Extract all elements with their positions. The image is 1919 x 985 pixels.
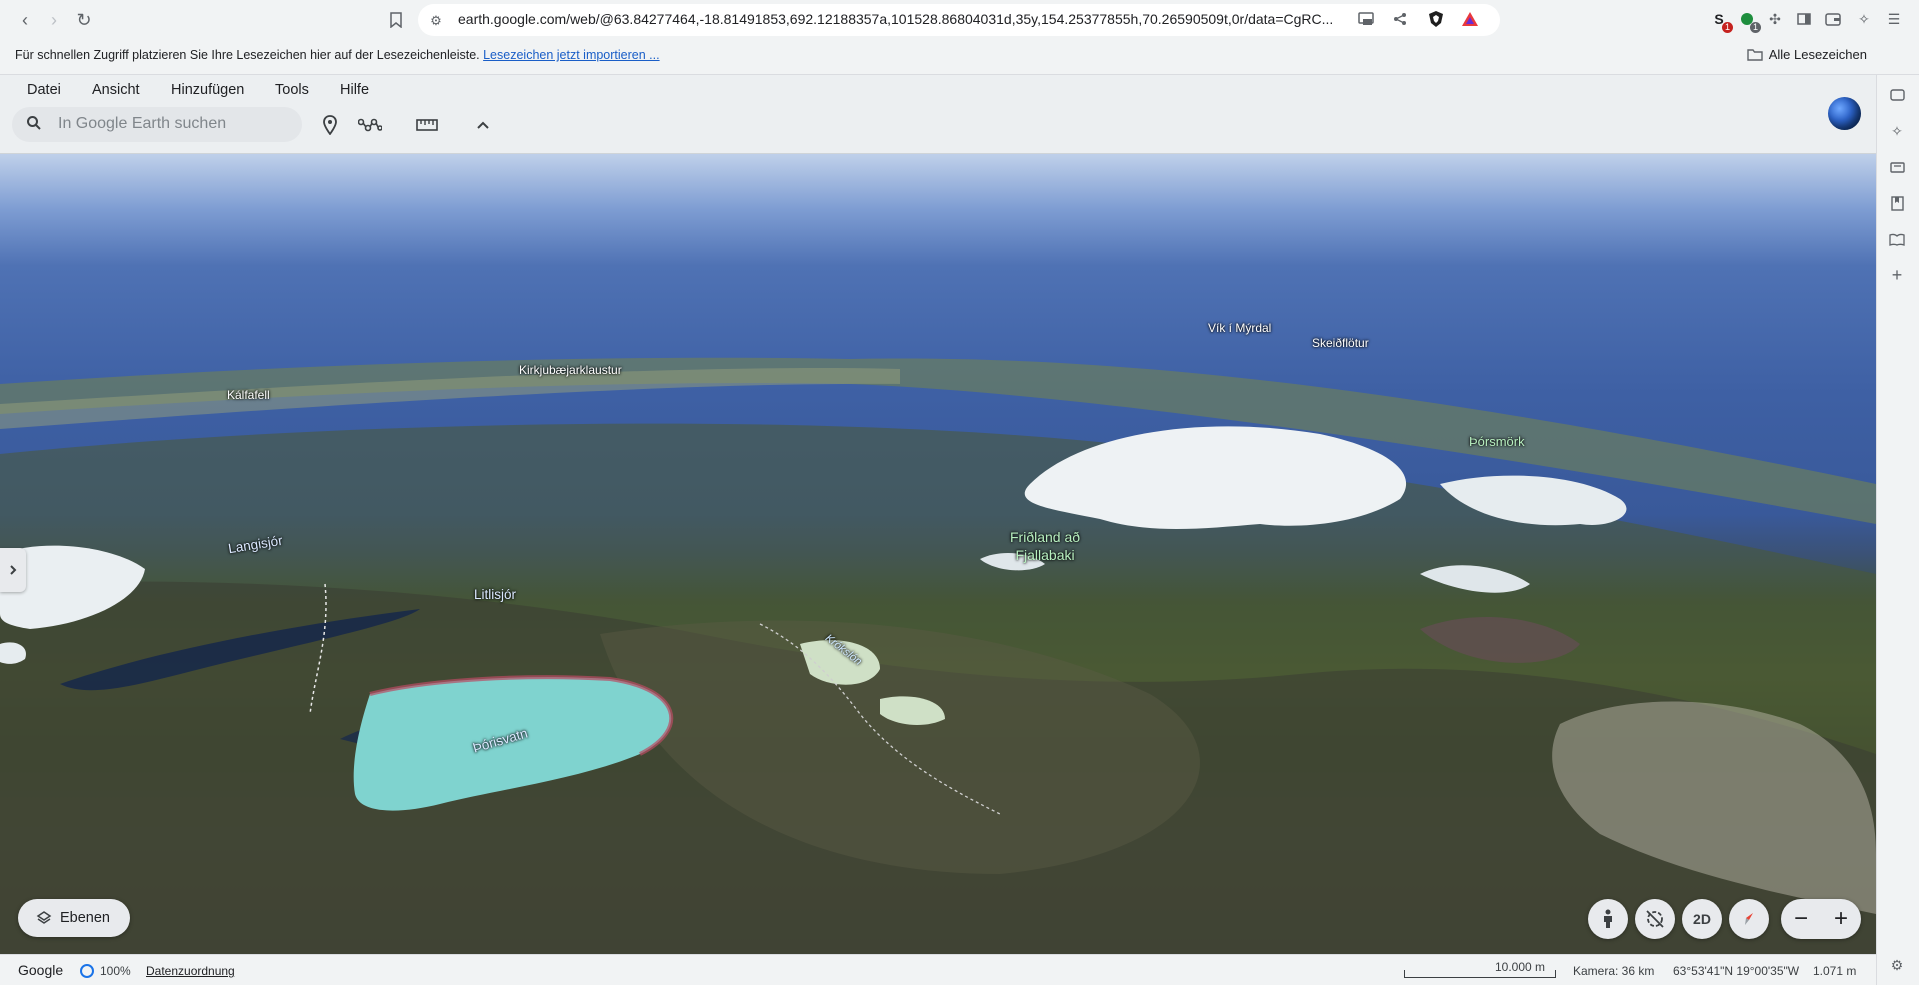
add-panel-icon[interactable]: + xyxy=(1887,265,1907,285)
google-logo: Google xyxy=(18,962,64,978)
map-label-vik[interactable]: Vík í Mýrdal xyxy=(1208,321,1271,335)
bookmark-icon[interactable] xyxy=(384,8,408,32)
reload-icon[interactable]: ↻ xyxy=(72,8,96,32)
zoom-in-button[interactable]: + xyxy=(1821,899,1861,939)
zoom-out-button[interactable]: − xyxy=(1781,899,1821,939)
account-avatar[interactable] xyxy=(1828,97,1861,130)
brave-shield-icon[interactable] xyxy=(1427,10,1445,28)
earth-map-view[interactable]: Vík í Mýrdal Skeiðflötur Kirkjubæjarklau… xyxy=(0,154,1876,954)
bookmarks-panel-icon[interactable] xyxy=(1887,193,1907,213)
map-label-thorsmork[interactable]: Þórsmörk xyxy=(1469,433,1525,451)
extension-2-icon[interactable]: 1 xyxy=(1738,10,1761,33)
layers-label: Ebenen xyxy=(60,910,110,926)
map-label-fridland-line2: Fjallabaki xyxy=(1015,547,1075,563)
layers-icon xyxy=(36,911,52,924)
loading-indicator: 100% xyxy=(80,964,131,978)
menu-ansicht[interactable]: Ansicht xyxy=(92,82,140,98)
loading-ring-icon xyxy=(80,964,94,978)
wallet-panel-icon[interactable] xyxy=(1887,85,1907,105)
import-bookmarks-link[interactable]: Lesezeichen jetzt importieren ... xyxy=(483,48,659,62)
bookmarks-hint-text: Für schnellen Zugriff platzieren Sie Ihr… xyxy=(15,48,480,62)
map-label-fridland-line1: Friðland að xyxy=(1010,529,1081,545)
toggle-2d-button[interactable]: 2D xyxy=(1682,899,1722,939)
url-text[interactable]: earth.google.com/web/@63.84277464,-18.81… xyxy=(458,11,1333,27)
extension-2-badge: 1 xyxy=(1749,22,1761,33)
chevron-right-icon xyxy=(10,565,17,575)
cursor-elevation: 1.071 m xyxy=(1813,964,1857,978)
camera-altitude: Kamera: 36 km xyxy=(1573,964,1655,978)
map-label-fridland[interactable]: Friðland að Fjallabaki xyxy=(1010,528,1080,564)
share-icon[interactable] xyxy=(1391,10,1409,28)
menu-icon[interactable]: ☰ xyxy=(1885,10,1903,28)
back-icon[interactable]: ‹ xyxy=(13,8,37,32)
site-info-icon[interactable]: ⚙ xyxy=(424,9,448,33)
path-icon[interactable] xyxy=(357,112,383,138)
extension-1-badge: 1 xyxy=(1721,22,1733,33)
reading-list-icon[interactable] xyxy=(1887,229,1907,249)
folder-icon xyxy=(1747,49,1763,61)
attribution-link[interactable]: Datenzuordnung xyxy=(146,964,235,978)
leo-panel-icon[interactable]: ✧ xyxy=(1887,121,1907,141)
layers-button[interactable]: Ebenen xyxy=(18,899,130,937)
map-label-skeidflotur[interactable]: Skeiðflötur xyxy=(1312,336,1369,350)
scale-label: 10.000 m xyxy=(1495,960,1546,974)
expand-panel-handle[interactable] xyxy=(0,548,26,592)
tilt-icon[interactable] xyxy=(1635,899,1675,939)
menu-hilfe[interactable]: Hilfe xyxy=(340,82,369,98)
loading-percent: 100% xyxy=(100,964,131,978)
menu-hinzufuegen[interactable]: Hinzufügen xyxy=(171,82,244,98)
search-input[interactable] xyxy=(58,113,288,135)
map-label-kirkjubaejarklaustur[interactable]: Kirkjubæjarklaustur xyxy=(519,363,622,377)
sidebar-toggle-icon[interactable] xyxy=(1795,10,1813,28)
search-icon xyxy=(26,115,44,133)
menu-datei[interactable]: Datei xyxy=(27,82,61,98)
wallet-icon[interactable] xyxy=(1824,10,1842,28)
menu-tools[interactable]: Tools xyxy=(275,82,309,98)
leo-ai-icon[interactable]: ✧ xyxy=(1855,10,1873,28)
extensions-puzzle-icon[interactable]: ✣ xyxy=(1766,10,1784,28)
brave-rewards-icon[interactable] xyxy=(1461,10,1479,28)
ruler-icon[interactable] xyxy=(414,112,440,138)
terrain-render xyxy=(0,357,1876,954)
all-bookmarks-button[interactable]: Alle Lesezeichen xyxy=(1747,47,1867,62)
extension-1-icon[interactable]: S1 xyxy=(1710,10,1733,33)
compass-icon[interactable] xyxy=(1729,899,1769,939)
pegman-icon[interactable] xyxy=(1588,899,1628,939)
map-label-litlisjor[interactable]: Litlisjór xyxy=(474,587,516,602)
chevron-up-icon[interactable] xyxy=(470,112,496,138)
settings-gear-icon[interactable]: ⚙ xyxy=(1887,955,1907,975)
reading-mode-icon[interactable] xyxy=(1887,157,1907,177)
bookmarks-hint: Für schnellen Zugriff platzieren Sie Ihr… xyxy=(15,48,660,62)
all-bookmarks-label: Alle Lesezeichen xyxy=(1768,47,1867,62)
forward-icon[interactable]: › xyxy=(42,8,66,32)
placemark-icon[interactable] xyxy=(317,112,343,138)
cursor-coordinates: 63°53'41"N 19°00'35"W xyxy=(1673,964,1800,978)
map-label-kalfafell[interactable]: Kálfafell xyxy=(227,388,270,402)
cast-icon[interactable] xyxy=(1357,10,1375,28)
